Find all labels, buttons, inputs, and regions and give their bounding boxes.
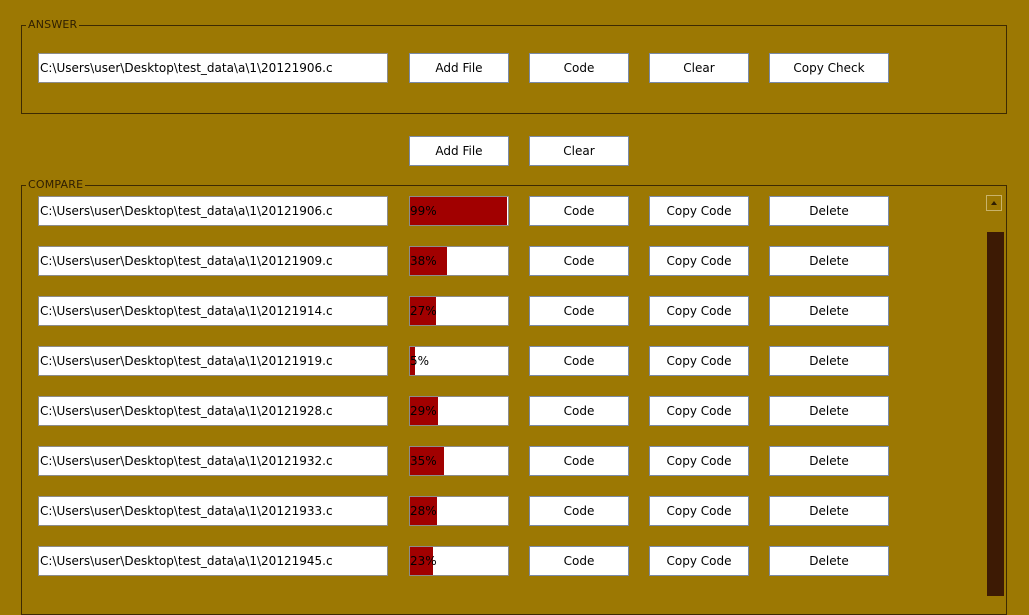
- answer-legend: ANSWER: [26, 18, 80, 31]
- similarity-progress-bar: 99%: [409, 196, 509, 226]
- scrollbar-thumb[interactable]: [987, 232, 1004, 596]
- answer-add-file-button[interactable]: Add File: [409, 53, 509, 83]
- code-button[interactable]: Code: [529, 396, 629, 426]
- similarity-percent-label: 38%: [410, 254, 437, 268]
- similarity-progress-bar: 35%: [409, 446, 509, 476]
- answer-path-field[interactable]: C:\Users\user\Desktop\test_data\a\1\2012…: [38, 53, 388, 83]
- compare-add-file-button[interactable]: Add File: [409, 136, 509, 166]
- compare-clear-button[interactable]: Clear: [529, 136, 629, 166]
- delete-button[interactable]: Delete: [769, 446, 889, 476]
- compare-path-field[interactable]: C:\Users\user\Desktop\test_data\a\1\2012…: [38, 346, 388, 376]
- similarity-progress-bar: 29%: [409, 396, 509, 426]
- code-button[interactable]: Code: [529, 546, 629, 576]
- copy-code-button[interactable]: Copy Code: [649, 496, 749, 526]
- similarity-progress-bar: 27%: [409, 296, 509, 326]
- copy-code-button[interactable]: Copy Code: [649, 246, 749, 276]
- copy-check-button[interactable]: Copy Check: [769, 53, 889, 83]
- copy-code-button[interactable]: Copy Code: [649, 196, 749, 226]
- compare-legend: COMPARE: [26, 178, 86, 191]
- similarity-percent-label: 28%: [410, 504, 437, 518]
- compare-path-field[interactable]: C:\Users\user\Desktop\test_data\a\1\2012…: [38, 196, 388, 226]
- copy-code-button[interactable]: Copy Code: [649, 296, 749, 326]
- delete-button[interactable]: Delete: [769, 496, 889, 526]
- compare-path-field[interactable]: C:\Users\user\Desktop\test_data\a\1\2012…: [38, 296, 388, 326]
- delete-button[interactable]: Delete: [769, 246, 889, 276]
- compare-path-field[interactable]: C:\Users\user\Desktop\test_data\a\1\2012…: [38, 496, 388, 526]
- compare-path-field[interactable]: C:\Users\user\Desktop\test_data\a\1\2012…: [38, 446, 388, 476]
- delete-button[interactable]: Delete: [769, 546, 889, 576]
- delete-button[interactable]: Delete: [769, 346, 889, 376]
- delete-button[interactable]: Delete: [769, 196, 889, 226]
- copy-code-button[interactable]: Copy Code: [649, 446, 749, 476]
- similarity-percent-label: 5%: [410, 354, 430, 368]
- similarity-percent-label: 27%: [410, 304, 437, 318]
- similarity-percent-label: 29%: [410, 404, 437, 418]
- code-button[interactable]: Code: [529, 246, 629, 276]
- code-button[interactable]: Code: [529, 296, 629, 326]
- code-button[interactable]: Code: [529, 346, 629, 376]
- code-button[interactable]: Code: [529, 496, 629, 526]
- compare-path-field[interactable]: C:\Users\user\Desktop\test_data\a\1\2012…: [38, 246, 388, 276]
- compare-path-field[interactable]: C:\Users\user\Desktop\test_data\a\1\2012…: [38, 396, 388, 426]
- copy-code-button[interactable]: Copy Code: [649, 396, 749, 426]
- similarity-progress-bar: 23%: [409, 546, 509, 576]
- scroll-up-button[interactable]: [986, 195, 1002, 211]
- similarity-percent-label: 23%: [410, 554, 437, 568]
- code-button[interactable]: Code: [529, 446, 629, 476]
- delete-button[interactable]: Delete: [769, 396, 889, 426]
- code-button[interactable]: Code: [529, 196, 629, 226]
- similarity-progress-bar: 5%: [409, 346, 509, 376]
- copy-code-button[interactable]: Copy Code: [649, 546, 749, 576]
- delete-button[interactable]: Delete: [769, 296, 889, 326]
- copy-code-button[interactable]: Copy Code: [649, 346, 749, 376]
- compare-path-field[interactable]: C:\Users\user\Desktop\test_data\a\1\2012…: [38, 546, 388, 576]
- similarity-percent-label: 35%: [410, 454, 437, 468]
- similarity-progress-bar: 28%: [409, 496, 509, 526]
- answer-code-button[interactable]: Code: [529, 53, 629, 83]
- answer-clear-button[interactable]: Clear: [649, 53, 749, 83]
- similarity-progress-bar: 38%: [409, 246, 509, 276]
- similarity-percent-label: 99%: [410, 204, 437, 218]
